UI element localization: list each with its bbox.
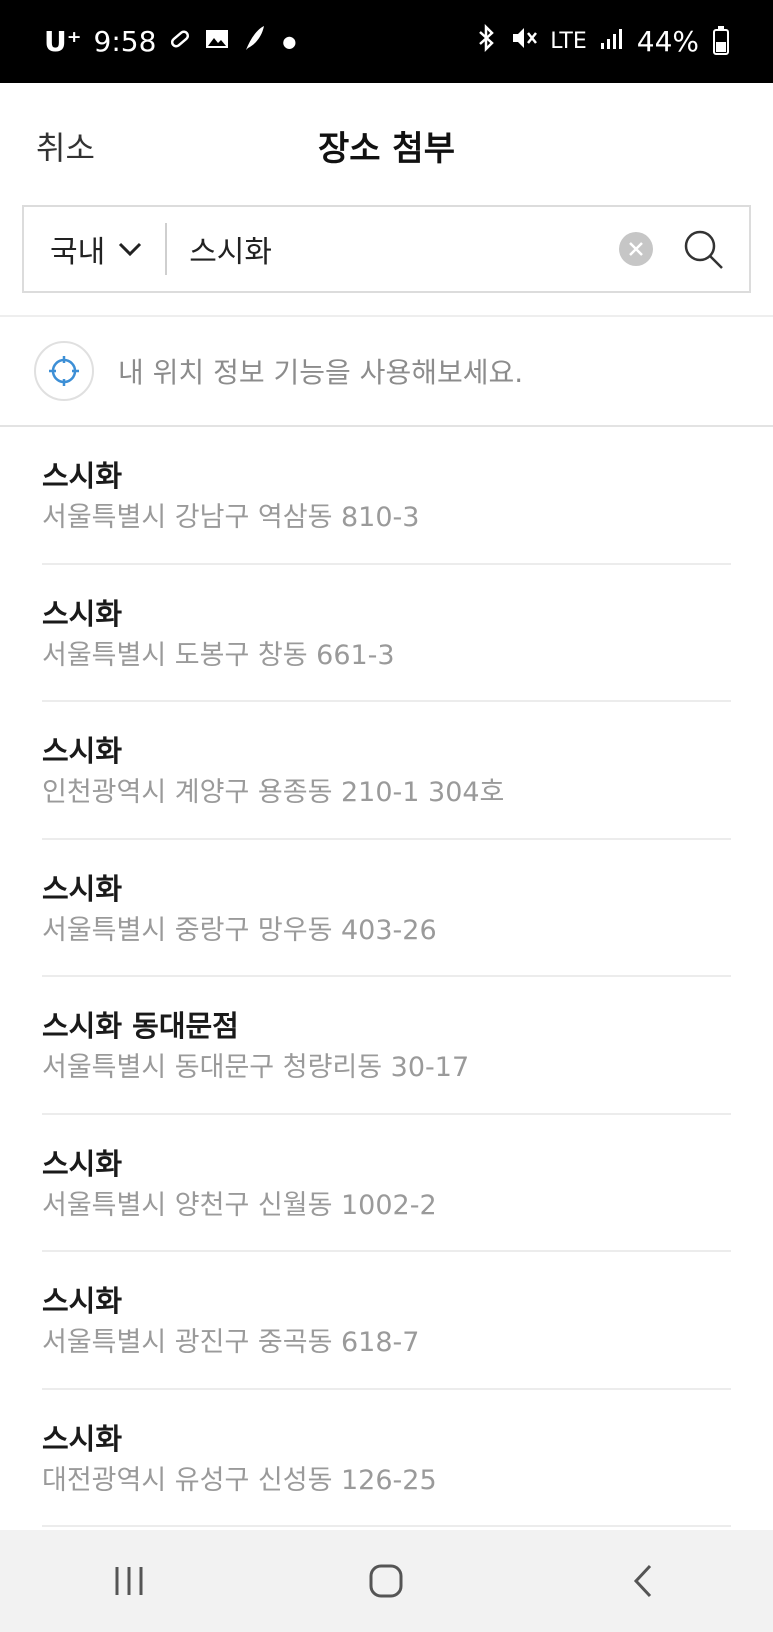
place-address: 서울특별시 중랑구 망우동 403-26 xyxy=(42,914,437,946)
place-name: 스시화 xyxy=(42,1284,123,1318)
page-title: 장소 첨부 xyxy=(318,129,455,169)
clock: 9:58 xyxy=(93,25,157,58)
search-icon[interactable] xyxy=(681,227,725,271)
header: 취소 장소 첨부 xyxy=(0,83,773,203)
place-name: 스시화 xyxy=(42,459,123,493)
battery-level: 44% xyxy=(636,25,699,58)
region-dropdown[interactable]: 국내 xyxy=(24,223,168,275)
place-name: 스시화 xyxy=(42,734,123,768)
search-input[interactable] xyxy=(167,231,619,267)
region-label: 국내 xyxy=(50,235,106,270)
list-item[interactable]: 스시화 서울특별시 도봉구 창동 661-3 xyxy=(0,565,773,702)
location-button[interactable] xyxy=(34,341,94,401)
place-name: 스시화 동대문점 xyxy=(42,1009,239,1043)
battery-icon xyxy=(713,25,729,55)
network-type: LTE xyxy=(550,29,587,54)
status-bar: U⁺ 9:58 ● LTE 44% xyxy=(0,0,773,83)
clear-icon xyxy=(629,242,643,256)
list-item[interactable]: 스시화 대전광역시 유성구 신성동 126-25 xyxy=(0,1390,773,1527)
system-nav-bar xyxy=(0,1530,773,1632)
place-address: 서울특별시 광진구 중곡동 618-7 xyxy=(42,1327,420,1358)
place-name: 스시화 xyxy=(42,1146,123,1181)
place-address: 서울특별시 양천구 신월동 1002-2 xyxy=(42,1189,437,1221)
place-address: 서울특별시 도봉구 창동 661-3 xyxy=(42,639,395,671)
place-address: 대전광역시 유성구 신성동 126-25 xyxy=(42,1464,437,1496)
list-item[interactable]: 스시화 동대문점 서울특별시 동대문구 청량리동 30-17 xyxy=(0,977,773,1115)
list-item[interactable]: 스시화 서울특별시 광진구 중곡동 618-7 xyxy=(0,1252,773,1390)
home-button[interactable] xyxy=(356,1551,416,1611)
location-prompt-text: 내 위치 정보 기능을 사용해보세요. xyxy=(118,356,524,389)
chevron-down-icon xyxy=(119,242,142,257)
place-address: 인천광역시 계양구 용종동 210-1 304호 xyxy=(42,777,505,808)
results-list: 스시화 서울특별시 강남구 역삼동 810-3 스시화 서울특별시 도봉구 창동… xyxy=(0,427,773,1527)
recent-apps-icon xyxy=(115,1567,143,1595)
list-item[interactable]: 스시화 서울특별시 양천구 신월동 1002-2 xyxy=(0,1115,773,1252)
use-my-location-row[interactable]: 내 위치 정보 기능을 사용해보세요. xyxy=(0,317,773,425)
bluetooth-icon xyxy=(476,23,498,59)
place-name: 스시화 xyxy=(42,1421,123,1456)
clear-button[interactable] xyxy=(619,232,653,266)
notification-dot-icon: ● xyxy=(282,32,297,51)
place-address: 서울특별시 강남구 역삼동 810-3 xyxy=(42,502,420,533)
signal-icon xyxy=(599,25,625,58)
recent-apps-button[interactable] xyxy=(99,1551,159,1611)
feather-icon xyxy=(242,24,266,59)
list-item[interactable]: 스시화 서울특별시 강남구 역삼동 810-3 xyxy=(0,427,773,565)
list-item[interactable]: 스시화 서울특별시 중랑구 망우동 403-26 xyxy=(0,840,773,977)
place-name: 스시화 xyxy=(42,871,123,906)
pill-icon xyxy=(168,25,192,58)
gallery-icon xyxy=(204,25,230,58)
place-name: 스시화 xyxy=(42,596,123,631)
back-button[interactable] xyxy=(614,1551,674,1611)
crosshair-icon xyxy=(49,356,79,386)
search-bar: 국내 xyxy=(22,205,751,293)
screen: U⁺ 9:58 ● LTE 44% 취소 장소 첨부 국내 스시화 내 위치 정… xyxy=(0,0,773,1632)
status-bar-right: LTE 44% xyxy=(476,23,729,59)
home-icon xyxy=(369,1564,403,1598)
mute-icon xyxy=(510,25,538,58)
status-bar-left: U⁺ 9:58 ● xyxy=(44,24,296,59)
list-item[interactable]: 스시화 인천광역시 계양구 용종동 210-1 304호 xyxy=(0,702,773,840)
place-address: 서울특별시 동대문구 청량리동 30-17 xyxy=(42,1052,470,1083)
back-icon xyxy=(634,1564,652,1598)
carrier-label: U⁺ xyxy=(44,25,82,58)
divider xyxy=(42,1525,731,1527)
